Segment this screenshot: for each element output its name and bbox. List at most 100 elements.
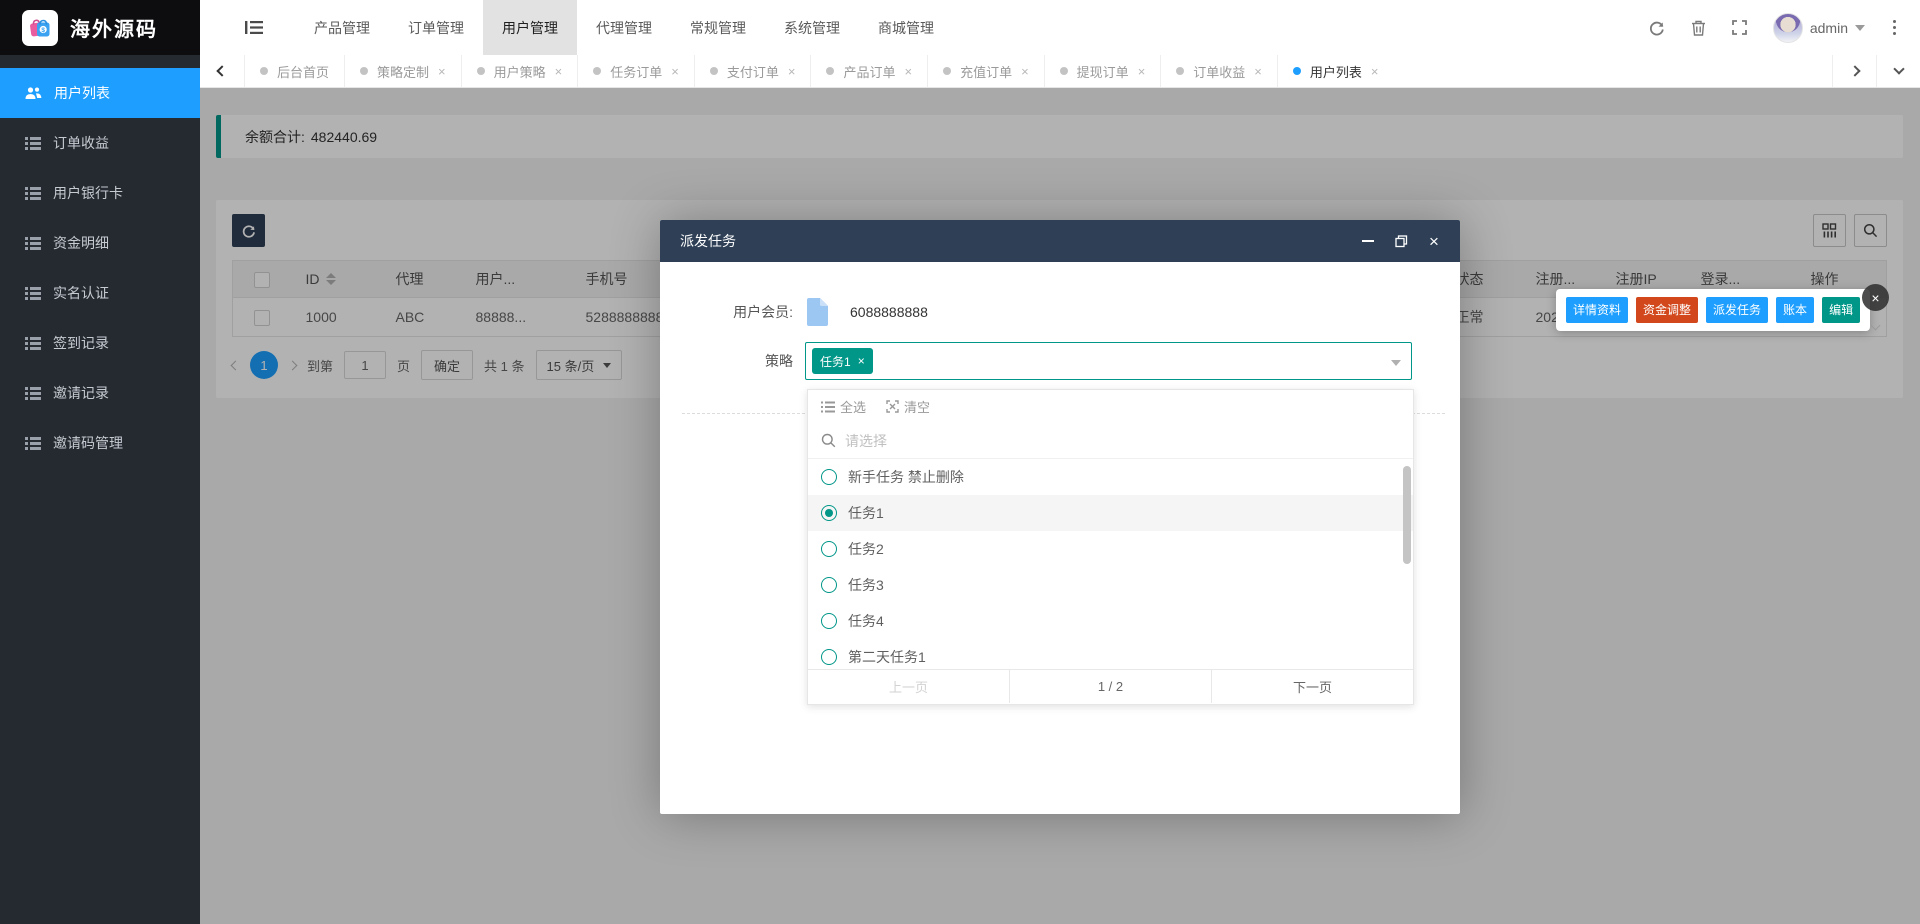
fullscreen-icon[interactable] xyxy=(1731,20,1747,35)
option-newbie-task[interactable]: 新手任务 禁止删除 xyxy=(808,459,1413,495)
nav-agent-mgmt[interactable]: 代理管理 xyxy=(577,0,671,55)
tabs-menu-icon[interactable] xyxy=(1876,55,1920,87)
list-icon xyxy=(25,136,41,150)
dropdown-page-info: 1 / 2 xyxy=(1009,670,1212,703)
dispatch-task-button[interactable]: 派发任务 xyxy=(1706,297,1769,323)
tab-home[interactable]: 后台首页 xyxy=(244,55,344,87)
popup-close-icon[interactable]: × xyxy=(1862,284,1889,311)
trash-icon[interactable] xyxy=(1691,20,1706,36)
user-menu[interactable]: admin xyxy=(1772,12,1865,43)
edit-button[interactable]: 编辑 xyxy=(1822,297,1861,323)
sidebar-item-fund-detail[interactable]: 资金明细 xyxy=(0,218,200,268)
file-icon xyxy=(807,298,828,326)
sidebar-item-user-bankcard[interactable]: 用户银行卡 xyxy=(0,168,200,218)
nav-order-mgmt[interactable]: 订单管理 xyxy=(389,0,483,55)
sidebar-item-checkin-record[interactable]: 签到记录 xyxy=(0,318,200,368)
tab-user-strategy[interactable]: 用户策略 × xyxy=(460,55,578,87)
close-icon[interactable]: × xyxy=(1371,65,1379,78)
sidebar-item-label: 资金明细 xyxy=(53,235,109,251)
tab-dot xyxy=(1292,67,1301,75)
close-icon[interactable]: × xyxy=(1254,65,1262,78)
sidebar-collapse-icon[interactable] xyxy=(245,20,263,35)
tab-task-order[interactable]: 任务订单 × xyxy=(577,55,694,87)
sidebar-item-label: 邀请码管理 xyxy=(53,435,123,451)
tab-pay-order[interactable]: 支付订单 × xyxy=(693,55,811,87)
chevron-down-icon xyxy=(1391,360,1401,366)
strategy-row: 策略 任务1 × xyxy=(660,342,1460,380)
sidebar-item-label: 用户银行卡 xyxy=(53,185,123,201)
sidebar-item-user-list[interactable]: 用户列表 xyxy=(0,68,200,118)
list-icon xyxy=(25,336,41,350)
dropdown-pager: 上一页 1 / 2 下一页 xyxy=(808,669,1413,703)
radio-icon xyxy=(821,469,837,485)
popup-collapse-icon[interactable] xyxy=(1870,316,1881,332)
refresh-icon[interactable] xyxy=(1649,20,1665,36)
detail-info-button[interactable]: 详情资料 xyxy=(1566,297,1629,323)
close-icon[interactable]: × xyxy=(1021,65,1029,78)
sidebar-item-label: 邀请记录 xyxy=(53,385,109,401)
minimize-icon[interactable] xyxy=(1360,233,1376,249)
radio-checked-icon xyxy=(821,505,837,521)
sidebar-item-order-income[interactable]: 订单收益 xyxy=(0,118,200,168)
nav-product-mgmt[interactable]: 产品管理 xyxy=(295,0,389,55)
nav-system-mgmt[interactable]: 系统管理 xyxy=(765,0,859,55)
close-icon[interactable]: × xyxy=(1426,233,1442,250)
chevron-down-icon xyxy=(1855,24,1865,31)
clear-icon xyxy=(886,400,899,413)
tab-recharge-order[interactable]: 充值订单 × xyxy=(927,55,1044,87)
tab-product-order[interactable]: 产品订单 × xyxy=(810,55,927,87)
select-all-action[interactable]: 全选 xyxy=(821,397,866,416)
selected-tag: 任务1 × xyxy=(812,348,873,374)
member-label: 用户会员: xyxy=(733,304,793,320)
strategy-dropdown-panel: 全选 清空 新手任务 禁止删除 任务1 任务2 任务3 任务4 第二天任务1 xyxy=(807,389,1414,705)
tabs-scroll-left-icon[interactable] xyxy=(200,55,244,87)
modal-header: 派发任务 × xyxy=(660,220,1460,262)
nav-mall-mgmt[interactable]: 商城管理 xyxy=(859,0,953,55)
tabs-scroll-right-icon[interactable] xyxy=(1832,55,1876,87)
member-value: 6088888888 xyxy=(850,304,928,320)
nav-user-mgmt[interactable]: 用户管理 xyxy=(483,0,577,55)
list-icon xyxy=(25,436,41,450)
close-icon[interactable]: × xyxy=(1138,65,1146,78)
dropdown-options-list: 新手任务 禁止删除 任务1 任务2 任务3 任务4 第二天任务1 xyxy=(808,459,1413,669)
avatar xyxy=(1772,12,1803,43)
tab-user-list[interactable]: 用户列表 × xyxy=(1276,55,1394,87)
dropdown-prev-page[interactable]: 上一页 xyxy=(808,670,1009,703)
tab-strategy-custom[interactable]: 策略定制 × xyxy=(344,55,461,87)
sidebar-item-realname-auth[interactable]: 实名认证 xyxy=(0,268,200,318)
tab-withdraw-order[interactable]: 提现订单 × xyxy=(1043,55,1161,87)
tab-dot xyxy=(826,67,835,75)
tag-remove-icon[interactable]: × xyxy=(858,354,865,368)
ledger-button[interactable]: 账本 xyxy=(1776,297,1815,323)
close-icon[interactable]: × xyxy=(904,65,912,78)
option-task2[interactable]: 任务2 xyxy=(808,531,1413,567)
option-day2-task1[interactable]: 第二天任务1 xyxy=(808,639,1413,669)
tab-dot xyxy=(476,67,485,75)
nav-general-mgmt[interactable]: 常规管理 xyxy=(671,0,765,55)
close-icon[interactable]: × xyxy=(788,65,796,78)
tab-dot xyxy=(260,67,268,75)
sidebar-item-invite-record[interactable]: 邀请记录 xyxy=(0,368,200,418)
close-icon[interactable]: × xyxy=(438,65,446,78)
option-task4[interactable]: 任务4 xyxy=(808,603,1413,639)
fund-adjust-button[interactable]: 资金调整 xyxy=(1636,297,1699,323)
strategy-label: 策略 xyxy=(765,353,793,369)
dropdown-next-page[interactable]: 下一页 xyxy=(1212,670,1413,703)
more-menu-icon[interactable] xyxy=(1891,18,1898,37)
close-icon[interactable]: × xyxy=(555,65,563,78)
list-icon xyxy=(25,236,41,250)
scrollbar-thumb[interactable] xyxy=(1403,466,1411,564)
option-task3[interactable]: 任务3 xyxy=(808,567,1413,603)
brand-logo-icon: $ xyxy=(22,9,58,46)
dropdown-search-input[interactable] xyxy=(845,432,1400,449)
radio-icon xyxy=(821,613,837,629)
option-task1[interactable]: 任务1 xyxy=(808,495,1413,531)
tab-order-income[interactable]: 订单收益 × xyxy=(1160,55,1277,87)
strategy-multiselect[interactable]: 任务1 × xyxy=(805,342,1412,380)
list-icon xyxy=(25,186,41,200)
close-icon[interactable]: × xyxy=(671,65,679,78)
clear-selection-action[interactable]: 清空 xyxy=(886,397,930,416)
maximize-icon[interactable] xyxy=(1393,233,1409,249)
sidebar-item-invite-code[interactable]: 邀请码管理 xyxy=(0,418,200,468)
select-all-icon xyxy=(821,401,835,412)
